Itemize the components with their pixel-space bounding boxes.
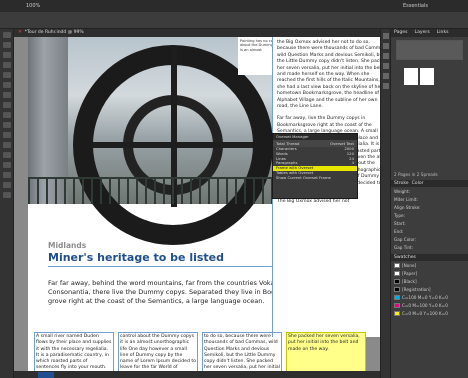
body-columns: A small river named Duden flows by their… (34, 332, 374, 371)
swatches-panel-tab[interactable]: Swatches (391, 254, 468, 261)
stroke-icon[interactable] (382, 63, 389, 69)
page-thumbnail[interactable] (404, 68, 418, 85)
master-pages[interactable] (396, 40, 463, 60)
pen-tool-icon[interactable] (2, 92, 11, 98)
body-column[interactable]: control about the Dummy copys it is an a… (118, 332, 198, 371)
direct-selection-tool-icon[interactable] (2, 42, 11, 48)
workspace-switcher[interactable]: Essentials (403, 3, 428, 9)
stroke-row[interactable]: Type: (394, 212, 465, 219)
overset-highlighted-column[interactable]: She packed her seven versalia, put her i… (286, 332, 366, 371)
type-tool-icon[interactable] (2, 72, 11, 78)
stroke-row[interactable]: Gap Color: (394, 236, 465, 243)
right-col-paragraph: The Big Oxmox advised her not (277, 199, 350, 205)
swatch-item[interactable]: [Black] (394, 278, 465, 285)
gap-tool-icon[interactable] (2, 62, 11, 68)
rectangle-frame-tool-icon[interactable] (2, 112, 11, 118)
wheel-spoke (93, 142, 253, 148)
note-tool-icon[interactable] (2, 162, 11, 168)
scissors-tool-icon[interactable] (2, 132, 11, 138)
pages-footer: 2 Pages in 2 Spreads (394, 172, 438, 177)
right-col-paragraph: the Big Oxmox advised her not to do so, … (277, 40, 388, 110)
body-column[interactable]: to do so, because there were thousands o… (202, 332, 282, 371)
pages-panel-tabs: Pages Layers Links (391, 29, 468, 37)
stroke-row[interactable]: Align Stroke: (394, 204, 465, 211)
swatch-item[interactable]: [Registration] (394, 286, 465, 293)
zoom-level[interactable]: 100% (26, 3, 40, 9)
zoom-tool-icon[interactable] (2, 192, 11, 198)
swatches-icon[interactable] (382, 83, 389, 89)
rectangle-tool-icon[interactable] (2, 122, 11, 128)
page-thumbnail[interactable] (420, 68, 434, 85)
tools-panel (0, 29, 14, 378)
headline[interactable]: Miner's heritage to be listed (48, 251, 298, 267)
pages-icon[interactable] (382, 33, 389, 39)
eyedropper-tool-icon[interactable] (2, 172, 11, 178)
kicker[interactable]: Midlands (48, 241, 86, 250)
swatch-item[interactable]: C=100 M=0 Y=0 K=0 (394, 294, 465, 301)
swatch-item[interactable]: [None] (394, 262, 465, 269)
pencil-tool-icon[interactable] (2, 102, 11, 108)
panel-dock-icons (380, 29, 390, 378)
control-panel (0, 12, 468, 29)
status-bar (14, 371, 390, 378)
overset-manager-panel: Overset Manager Total Thread Overset Text… (272, 133, 358, 199)
swatch-item[interactable]: C=0 M=100 Y=0 K=0 (394, 302, 465, 309)
body-column[interactable]: A small river named Duden flows by their… (34, 332, 114, 371)
right-panels: Pages Layers Links 2 Pages in 2 Spreads … (390, 29, 468, 378)
layers-icon[interactable] (382, 43, 389, 49)
stroke-row[interactable]: Gap Tint: (394, 244, 465, 251)
selection-tool-icon[interactable] (2, 32, 11, 38)
stroke-row[interactable]: Weight: (394, 188, 465, 195)
stroke-panel-tabs: Stroke Color (391, 180, 468, 187)
color-icon[interactable] (382, 73, 389, 79)
page-tool-icon[interactable] (2, 52, 11, 58)
stroke-row[interactable]: Miter Limit: (394, 196, 465, 203)
stroke-row[interactable]: Start: (394, 220, 465, 227)
free-transform-tool-icon[interactable] (2, 142, 11, 148)
tab-pages[interactable]: Pages (394, 29, 408, 37)
swatch-item[interactable]: [Paper] (394, 270, 465, 277)
app-menubar: 100% Essentials (0, 0, 468, 12)
tab-links[interactable]: Links (437, 29, 449, 37)
gradient-tool-icon[interactable] (2, 152, 11, 158)
lede-paragraph[interactable]: Far far away, behind the word mountains,… (48, 279, 308, 307)
close-icon[interactable]: ✕ (18, 30, 22, 35)
page-thumbnails (391, 63, 468, 92)
tab-layers[interactable]: Layers (415, 29, 430, 37)
document-tab[interactable]: ✕ *Tour de Ruhr.indd @ 99% (14, 29, 390, 37)
document-title: *Tour de Ruhr.indd @ 99% (24, 30, 84, 35)
line-tool-icon[interactable] (2, 82, 11, 88)
swatch-item[interactable]: C=0 M=0 Y=100 K=0 (394, 310, 465, 317)
stroke-row[interactable]: End: (394, 228, 465, 235)
overset-option[interactable]: Show Current Overset Frame (273, 175, 357, 181)
hand-tool-icon[interactable] (2, 182, 11, 188)
document-canvas[interactable]: Pointing has no control about the Dummy … (14, 37, 390, 371)
page-badge (38, 372, 54, 378)
links-icon[interactable] (382, 53, 389, 59)
